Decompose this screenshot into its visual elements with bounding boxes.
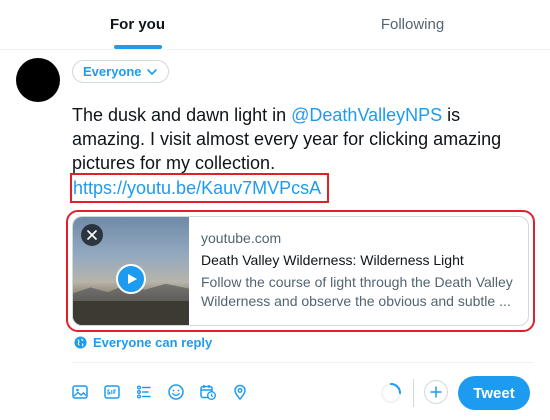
poll-button[interactable] [130,378,158,406]
chevron-down-icon [146,68,157,75]
gif-button[interactable] [98,378,126,406]
link-preview-inner: youtube.com Death Valley Wilderness: Wil… [72,216,529,326]
play-icon [128,274,137,284]
tab-following-label: Following [380,16,445,33]
plus-icon [430,386,442,398]
compose-textarea[interactable]: The dusk and dawn light in @DeathValleyN… [69,103,532,203]
audience-selector-button[interactable]: Everyone [72,60,169,83]
add-tweet-button[interactable] [424,380,448,404]
timeline-tabs: For you Following [0,0,550,50]
compose-divider [72,362,534,363]
link-preview-body: youtube.com Death Valley Wilderness: Wil… [189,217,528,325]
schedule-icon [200,385,216,400]
image-icon [72,385,88,399]
avatar[interactable] [16,58,60,102]
play-button[interactable] [116,264,146,294]
character-count-ring [381,383,401,403]
remove-card-button[interactable] [81,224,103,246]
reply-setting-label: Everyone can reply [93,335,213,350]
location-button[interactable] [226,378,254,406]
compose-toolbar [66,378,254,406]
thumbnail-ground [73,301,189,325]
url-link[interactable]: https://youtu.be/Kauv7MVPcsA [69,173,330,203]
tab-following[interactable]: Following [275,0,550,49]
reply-setting-button[interactable]: Everyone can reply [74,335,212,350]
close-icon [87,230,97,240]
schedule-button[interactable] [194,378,222,406]
poll-icon [136,385,151,399]
compose-text-before: The dusk and dawn light in [72,105,292,125]
card-description: Follow the course of light through the D… [201,274,513,309]
location-icon [234,384,246,401]
link-preview-card[interactable]: youtube.com Death Valley Wilderness: Wil… [66,210,535,332]
tweet-button[interactable]: Tweet [458,376,530,410]
emoji-button[interactable] [162,378,190,406]
image-button[interactable] [66,378,94,406]
gif-icon [104,385,120,399]
card-title: Death Valley Wilderness: Wilderness Ligh… [201,252,464,268]
tab-for-you[interactable]: For you [0,0,275,49]
tab-for-you-label: For you [110,16,165,33]
toolbar-separator [413,379,414,407]
globe-icon [74,336,87,349]
video-thumbnail[interactable] [73,217,189,325]
active-tab-indicator [113,45,162,49]
card-domain: youtube.com [201,230,282,246]
mention-link[interactable]: @DeathValleyNPS [291,105,442,125]
audience-label: Everyone [83,64,142,79]
emoji-icon [168,384,184,400]
